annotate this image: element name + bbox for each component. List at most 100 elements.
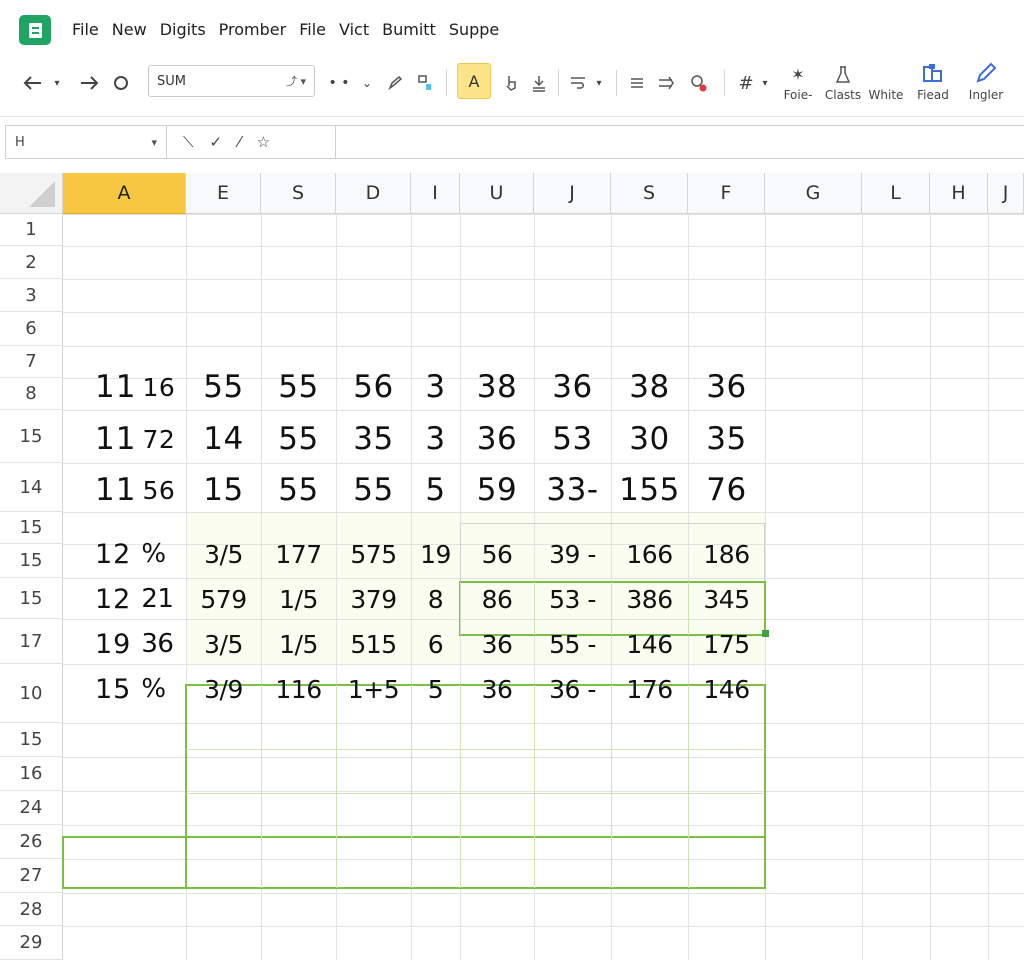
text-wrap-icon[interactable] [566,66,590,100]
data-cell[interactable]: 345 [688,579,765,619]
row-header[interactable]: 29 [0,926,63,960]
data-cell[interactable]: 59 [460,467,534,513]
data-cell[interactable]: 515 [336,624,411,664]
menu-item-digits[interactable]: Digits [160,20,206,39]
data-cell[interactable]: 3/5 [186,534,261,574]
row-header[interactable]: 15 [0,578,63,619]
cancel-slash-icon[interactable]: ⟍ [183,133,194,151]
data-cell-a[interactable]: 11 16 [63,364,186,410]
align-bottom-icon[interactable] [528,66,550,100]
column-header-d[interactable]: D [336,173,411,214]
font-select[interactable]: SUM ⤴ ▾ [148,65,315,97]
data-cell[interactable]: 116 [261,669,336,709]
formula-input[interactable] [335,125,1024,159]
data-cell-a[interactable]: 11 56 [63,467,186,513]
data-cell[interactable]: 53 - [534,579,611,619]
data-cell[interactable]: 56 [460,534,534,574]
column-header-j[interactable]: J [534,173,611,214]
data-cell[interactable]: 175 [688,624,765,664]
data-cell[interactable]: 33- [534,467,611,513]
favorite-star-icon[interactable]: ☆ [257,133,270,151]
confirm-check-icon[interactable]: ✓ [210,133,223,151]
data-cell[interactable]: 55 [261,364,336,410]
data-cell[interactable]: 36 [688,364,765,410]
column-header-j[interactable]: J [988,173,1024,214]
menu-item-suppe[interactable]: Suppe [449,20,499,39]
menu-item-new[interactable]: New [112,20,147,39]
data-cell[interactable]: 3/9 [186,669,261,709]
row-header[interactable]: 16 [0,757,63,791]
back-arrow-icon[interactable] [20,66,46,100]
data-cell[interactable]: 55 - [534,624,611,664]
data-cell[interactable]: 35 [688,416,765,462]
column-header-s[interactable]: S [261,173,336,214]
column-header-i[interactable]: I [411,173,460,214]
menu-item-file-2[interactable]: File [299,20,326,39]
font-color-button[interactable]: A [457,63,491,99]
data-cell[interactable]: 76 [688,467,765,513]
row-header[interactable]: 26 [0,825,63,859]
forward-arrow-icon[interactable] [76,66,102,100]
data-cell[interactable]: 36 [460,669,534,709]
data-cell[interactable]: 86 [460,579,534,619]
data-cell[interactable]: 19 [411,534,460,574]
column-header-g[interactable]: G [765,173,862,214]
data-cell-a[interactable]: 12 21 [63,579,186,619]
data-cell[interactable]: 3 [411,364,460,410]
wrap-dropdown-icon[interactable]: ▾ [592,66,606,100]
menu-item-bumitt[interactable]: Bumitt [382,20,436,39]
row-header[interactable]: 3 [0,279,63,312]
data-cell-a[interactable]: 15% [63,669,186,709]
edit-slash-icon[interactable]: ⁄ [238,133,241,151]
app-logo-icon[interactable] [19,15,51,45]
column-header-f[interactable]: F [688,173,765,214]
chevron-down-icon[interactable]: ⌄ [358,66,376,100]
menu-item-vict[interactable]: Vict [339,20,369,39]
data-cell[interactable]: 30 [611,416,688,462]
data-cell[interactable]: 38 [460,364,534,410]
row-header[interactable]: 24 [0,791,63,825]
data-cell[interactable]: 1/5 [261,579,336,619]
name-box[interactable]: H ▾ [5,125,167,159]
data-cell[interactable]: 379 [336,579,411,619]
row-header[interactable]: 15 [0,544,63,578]
data-cell[interactable]: 6 [411,624,460,664]
row-header[interactable]: 10 [0,664,63,723]
data-cell-a[interactable]: 12% [63,534,186,574]
grid-dropdown-icon[interactable]: ▾ [758,66,772,100]
data-cell[interactable]: 186 [688,534,765,574]
row-header[interactable]: 15 [0,512,63,544]
data-cell[interactable]: 5 [411,467,460,513]
align-lines-icon[interactable] [626,66,648,100]
more-dots-icon[interactable]: • • [328,66,350,100]
row-header[interactable]: 6 [0,312,63,346]
data-cell[interactable]: 575 [336,534,411,574]
back-dropdown-icon[interactable]: ▾ [50,66,64,100]
row-header[interactable]: 1 [0,214,63,246]
paint-format-icon[interactable] [412,66,436,100]
data-cell-a[interactable]: 19 36 [63,624,186,664]
data-cell[interactable]: 36 - [534,669,611,709]
data-cell[interactable]: 3 [411,416,460,462]
column-header-l[interactable]: L [862,173,930,214]
column-header-s[interactable]: S [611,173,688,214]
data-cell[interactable]: 155 [611,467,688,513]
column-header-e[interactable]: E [186,173,261,214]
row-header[interactable]: 28 [0,893,63,926]
data-cell[interactable]: 8 [411,579,460,619]
row-header[interactable]: 17 [0,619,63,664]
row-header[interactable]: 2 [0,246,63,279]
data-cell[interactable]: 14 [186,416,261,462]
row-header[interactable]: 27 [0,859,63,893]
data-cell[interactable]: 39 - [534,534,611,574]
data-cell[interactable]: 53 [534,416,611,462]
pencil-icon[interactable] [384,66,406,100]
data-cell[interactable]: 1/5 [261,624,336,664]
arrow-right-icon[interactable] [656,66,678,100]
clasts-button[interactable]: Clasts [823,58,863,102]
data-cell[interactable]: 146 [688,669,765,709]
white-button[interactable]: White [866,58,906,102]
data-cell[interactable]: 36 [460,624,534,664]
row-header[interactable]: 7 [0,346,63,378]
data-cell[interactable]: 55 [186,364,261,410]
